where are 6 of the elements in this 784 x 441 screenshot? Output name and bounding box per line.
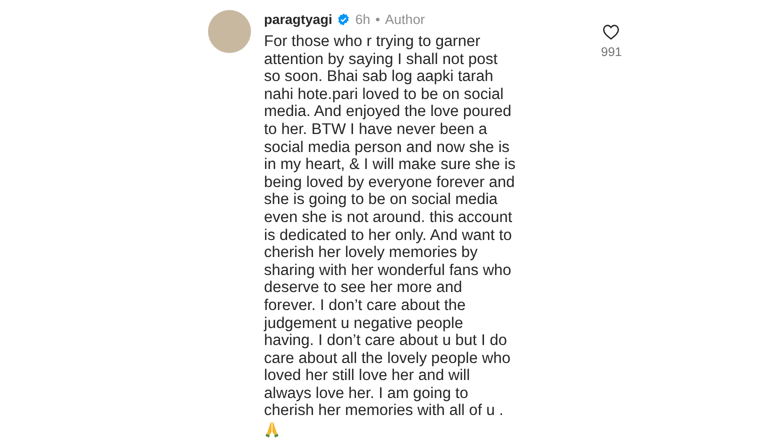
like-count: 991: [601, 45, 622, 59]
separator-dot: •: [375, 12, 380, 26]
username[interactable]: paragtyagi: [264, 12, 332, 26]
comment-text: For those who r trying to garner attention by saying I shall not post so soon. Bhai sab log aapki tarah nahi hote.pari loved to be on social media. And enjoyed the love poured to her. BTW I have never been a social media person and now she is in my heart, & I will make sure she is being loved by everyone forever and she is going to be on social media even she is not around. this account is dedicated to her only. And want to cherish her lovely memories by sharing with her wonderful fans who deserve to see her more and forever. I don’t care about the judgement u negative people having. I don’t care about u but I do care about all the lovely people who loved her still love her and will always love her. I am going to cherish her memories with all of u .: [264, 33, 517, 420]
comment-time: 6h: [355, 12, 370, 26]
author-label: Author: [385, 12, 425, 26]
